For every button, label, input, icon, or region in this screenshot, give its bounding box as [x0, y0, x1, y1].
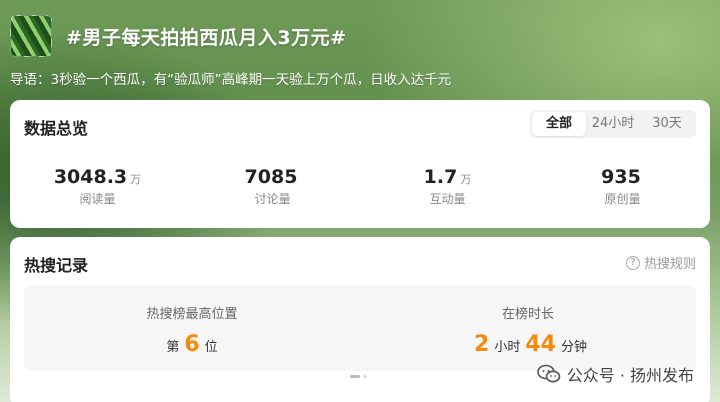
topic-intro: 导语：3秒验一个西瓜，有“验瓜师”高峰期一天验上万个瓜，日收入达千元: [10, 72, 452, 88]
stat-interactions: 1.7 万 互动量: [360, 166, 535, 207]
duration-label: 在榜时长: [501, 307, 554, 322]
watermark: 公众号 · 扬州发布: [536, 362, 694, 386]
duration-minutes-unit: 分钟: [560, 340, 587, 355]
wechat-icon: [536, 364, 561, 383]
overview-title: 数据总览: [24, 119, 89, 138]
stat-label: 原创量: [604, 192, 641, 206]
hot-record-box: 热搜榜最高位置 第6位 在榜时长 2 小时 44 分钟: [24, 285, 696, 371]
topic-thumbnail: [10, 15, 52, 57]
tab-30d[interactable]: 30天: [640, 112, 694, 136]
watermark-text: 公众号 · 扬州发布: [566, 366, 694, 385]
stat-original: 935 原创量: [535, 166, 710, 207]
stat-label: 讨论量: [254, 192, 291, 206]
position-suffix: 位: [204, 340, 218, 355]
stat-value: 935: [601, 166, 641, 188]
stat-label: 阅读量: [79, 192, 116, 206]
on-list-duration: 在榜时长 2 小时 44 分钟: [360, 285, 696, 371]
tab-24h[interactable]: 24小时: [586, 112, 640, 136]
duration-minutes: 44: [525, 332, 556, 357]
highest-position: 热搜榜最高位置 第6位: [24, 285, 360, 371]
highest-position-value-row: 第6位: [24, 332, 360, 357]
stat-unit: 万: [130, 173, 142, 186]
duration-hours-unit: 小时: [494, 340, 521, 355]
time-range-tabs: 全部 24小时 30天: [530, 110, 696, 138]
stat-value: 3048.3: [53, 166, 128, 188]
position-prefix: 第: [166, 340, 180, 355]
question-icon: ?: [625, 255, 640, 270]
hot-rules-label: 热搜规则: [643, 257, 696, 272]
duration-value-row: 2 小时 44 分钟: [360, 332, 696, 357]
stat-value: 1.7: [423, 166, 458, 188]
topic-header: #男子每天拍拍西瓜月入3万元#: [10, 12, 347, 60]
stats-row: 3048.3 万 阅读量 7085 讨论量 1.7 万 互动量 935 原创量: [10, 166, 710, 207]
stat-unit: 万: [460, 173, 472, 186]
stat-reads: 3048.3 万 阅读量: [10, 166, 185, 207]
topic-title: #男子每天拍拍西瓜月入3万元#: [66, 26, 347, 49]
tab-all[interactable]: 全部: [532, 112, 586, 136]
stat-value: 7085: [244, 166, 298, 188]
pager-dot: [363, 375, 367, 378]
stat-label: 互动量: [429, 192, 466, 206]
highest-position-label: 热搜榜最高位置: [146, 307, 238, 322]
hot-rules-link[interactable]: ? 热搜规则: [625, 253, 696, 272]
duration-hours: 2: [474, 332, 490, 357]
position-number: 6: [184, 332, 200, 357]
overview-card: 数据总览 全部 24小时 30天 3048.3 万 阅读量 7085 讨论量 1.…: [10, 100, 710, 228]
pager-dots: [350, 375, 367, 378]
pager-dot-active: [350, 375, 360, 378]
hot-record-title: 热搜记录: [24, 256, 89, 275]
stat-discussions: 7085 讨论量: [185, 166, 360, 207]
